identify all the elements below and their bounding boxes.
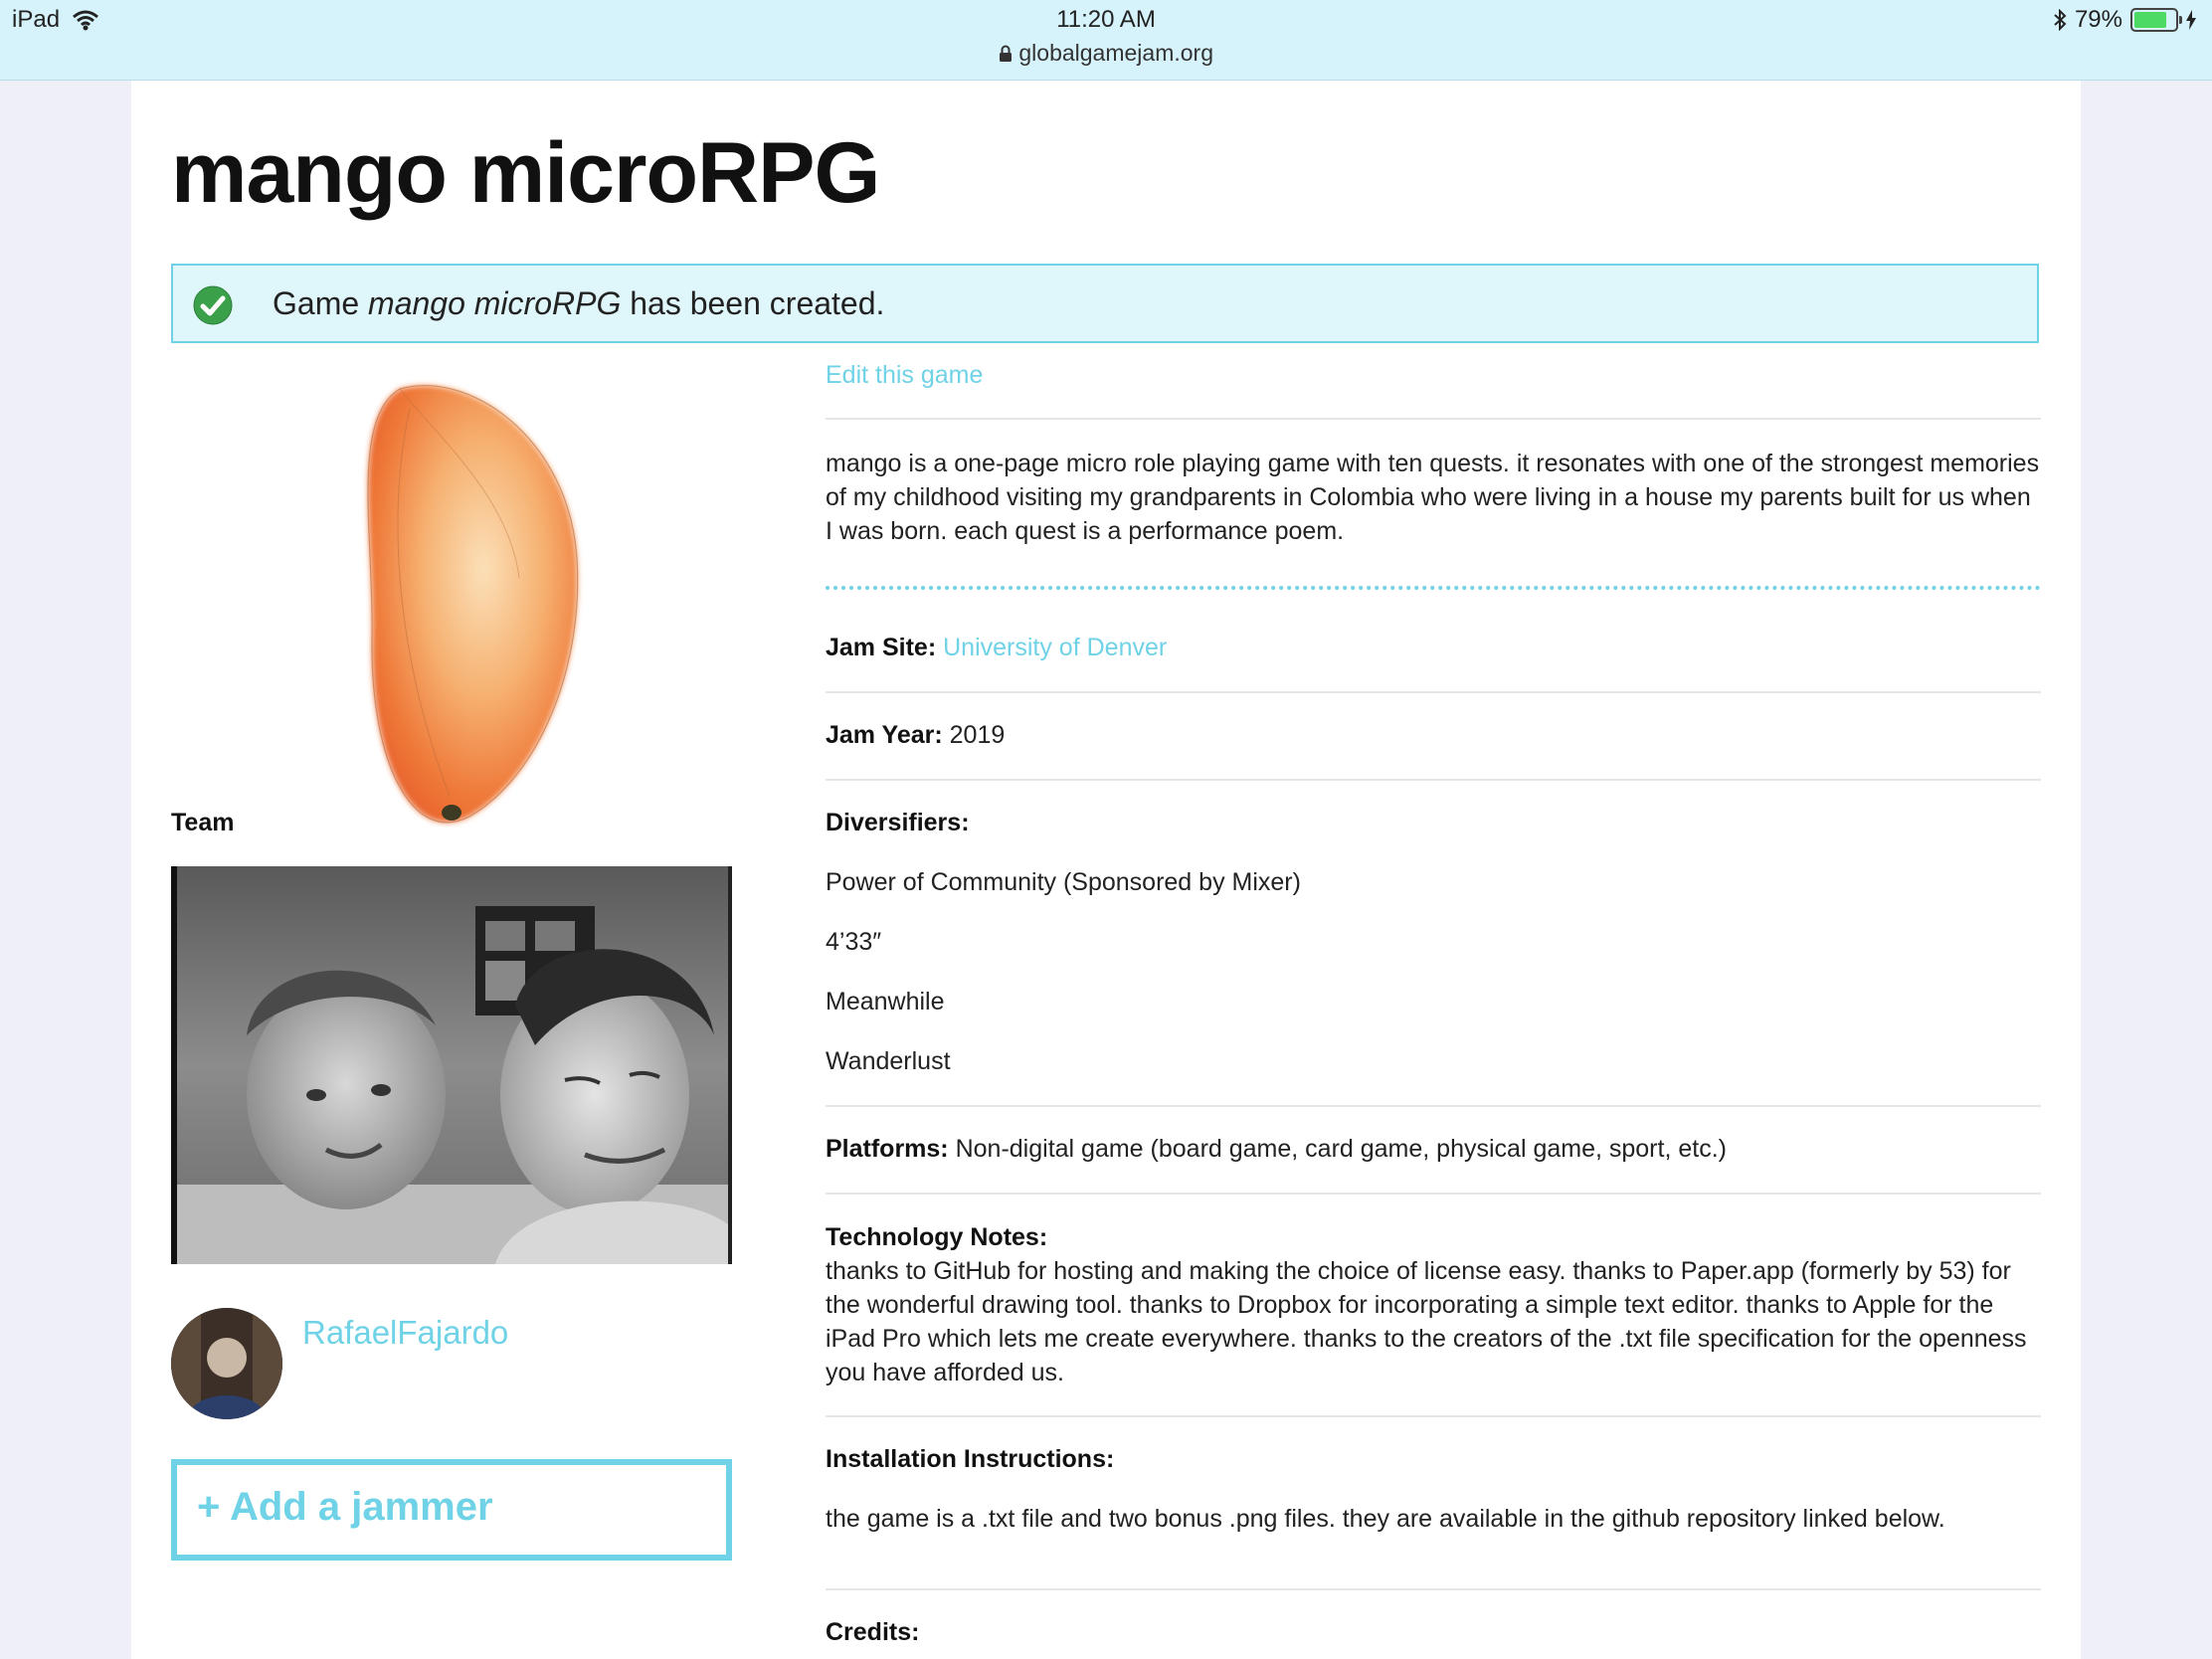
battery-percent: 79% xyxy=(2074,6,2122,33)
avatar-image xyxy=(171,1308,282,1419)
status-message: Game mango microRPG has been created. xyxy=(171,264,2039,343)
charging-icon xyxy=(2186,10,2196,30)
jam-site-link[interactable]: University of Denver xyxy=(943,634,1167,661)
credits-field: Credits: xyxy=(826,1618,919,1647)
page-content: mango microRPG Game mango microRPG has b… xyxy=(131,81,2081,1659)
status-message-text: Game mango microRPG has been created. xyxy=(273,285,884,322)
team-photo xyxy=(171,866,732,1264)
battery-icon xyxy=(2130,8,2182,32)
check-circle-icon xyxy=(193,285,233,325)
divider xyxy=(826,691,2041,693)
edit-game-link[interactable]: Edit this game xyxy=(826,361,983,390)
platforms-field: Platforms: Non-digital game (board game,… xyxy=(826,1135,1727,1164)
team-heading: Team xyxy=(171,809,235,836)
diversifier-item: Meanwhile xyxy=(826,988,945,1015)
platforms-value: Non-digital game (board game, card game,… xyxy=(955,1135,1727,1163)
game-description: mango is a one-page micro role playing g… xyxy=(826,450,2040,545)
jam-year-value: 2019 xyxy=(949,721,1006,749)
installation-field: Installation Instructions: xyxy=(826,1445,1114,1474)
divider xyxy=(826,1588,2041,1590)
address-bar[interactable]: globalgamejam.org xyxy=(0,40,2212,67)
divider xyxy=(826,418,2041,420)
diversifier-item: 4’33″ xyxy=(826,928,882,956)
game-image xyxy=(367,385,579,824)
dotted-divider xyxy=(826,586,2041,590)
diversifiers-field: Diversifiers: xyxy=(826,809,970,837)
page-title: mango microRPG xyxy=(171,125,880,221)
add-jammer-button[interactable]: + Add a jammer xyxy=(171,1459,732,1561)
technology-notes-value: thanks to GitHub for hosting and making … xyxy=(826,1257,2027,1386)
technology-notes-label: Technology Notes: xyxy=(826,1223,1048,1251)
status-message-game: mango microRPG xyxy=(368,285,622,321)
avatar[interactable] xyxy=(171,1308,282,1419)
technology-notes: Technology Notes: thanks to GitHub for h… xyxy=(826,1220,2043,1389)
divider xyxy=(826,1105,2041,1107)
divider xyxy=(826,1415,2041,1417)
credits-label: Credits: xyxy=(826,1618,920,1646)
clock: 11:20 AM xyxy=(1056,6,1156,33)
lock-icon xyxy=(999,40,1018,66)
diversifier-item: Power of Community (Sponsored by Mixer) xyxy=(826,868,1301,896)
bluetooth-icon xyxy=(2054,9,2067,31)
team-member-link[interactable]: RafaelFajardo xyxy=(302,1314,508,1352)
diversifiers-label: Diversifiers: xyxy=(826,809,970,836)
status-bar: iPad 11:20 AM globalgamejam.org 79% xyxy=(0,0,2212,81)
battery-fill xyxy=(2134,12,2166,28)
installation-value: the game is a .txt file and two bonus .p… xyxy=(826,1505,1945,1533)
url-text: globalgamejam.org xyxy=(1018,40,1213,66)
status-message-prefix: Game xyxy=(273,285,369,321)
jam-year-field: Jam Year: 2019 xyxy=(826,721,1005,750)
divider xyxy=(826,779,2041,781)
platforms-label: Platforms: xyxy=(826,1135,949,1163)
diversifier-item: Wanderlust xyxy=(826,1047,951,1075)
installation-label: Installation Instructions: xyxy=(826,1445,1115,1473)
jam-year-label: Jam Year: xyxy=(826,721,943,749)
status-message-suffix: has been created. xyxy=(621,285,885,321)
jam-site-label: Jam Site: xyxy=(826,634,937,661)
status-right: 79% xyxy=(2053,6,2196,34)
divider xyxy=(826,1193,2041,1195)
battery-tip xyxy=(2179,16,2182,24)
jam-site-field: Jam Site: University of Denver xyxy=(826,634,1167,662)
